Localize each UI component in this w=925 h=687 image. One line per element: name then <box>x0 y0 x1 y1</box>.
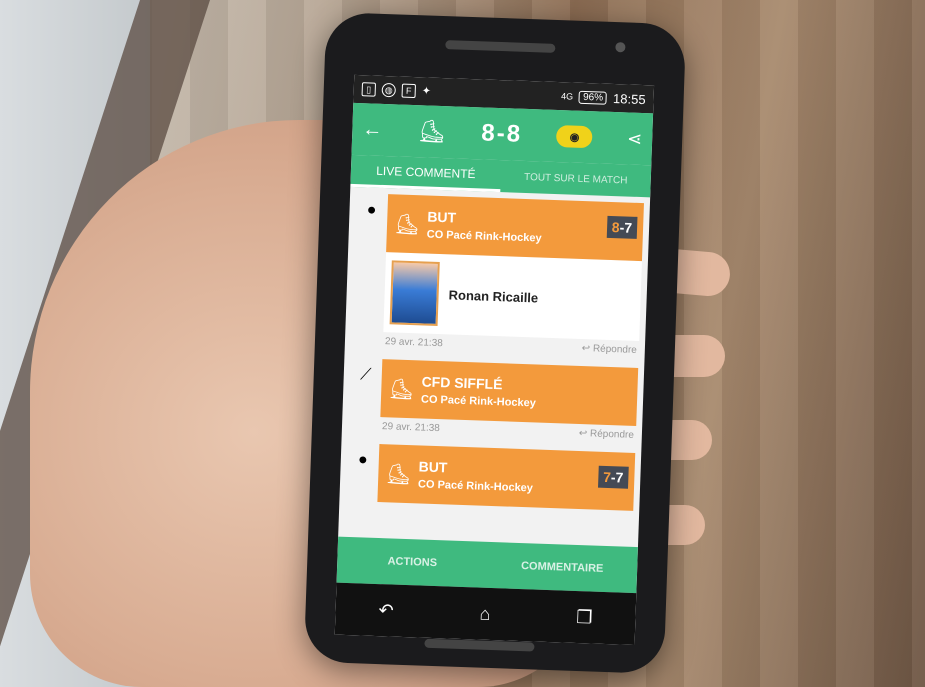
tab-tout-sur-le-match[interactable]: TOUT SUR LE MATCH <box>500 160 651 197</box>
event-score: 7-7 <box>597 465 629 489</box>
back-arrow-icon[interactable]: ← <box>362 118 383 142</box>
event-team: CO Pacé Rink-Hockey <box>426 228 542 245</box>
event-title: CFD SIFFLÉ <box>421 373 503 393</box>
twitter-icon: ✦ <box>421 85 432 98</box>
event-score: 8-7 <box>606 215 638 239</box>
event-title: BUT <box>427 208 457 226</box>
player-card[interactable]: Ronan Ricaille <box>383 252 642 342</box>
front-camera <box>615 42 626 53</box>
event-time: 29 avr. 21:38 <box>384 336 443 350</box>
earpiece <box>445 40 556 53</box>
home-icon[interactable]: ⌂ <box>479 603 491 624</box>
event-team: CO Pacé Rink-Hockey <box>417 478 534 495</box>
event-team: CO Pacé Rink-Hockey <box>420 393 537 410</box>
feed-event: ● ⛸ BUT CO Pacé Rink-Hockey 7-7 <box>339 437 641 511</box>
team-logo-icon: ◉ <box>556 125 593 149</box>
reply-link[interactable]: ↩ Répondre <box>579 428 634 441</box>
live-feed[interactable]: ● ⛸ BUT CO Pacé Rink-Hockey 8-7 Ronan Ri… <box>338 187 650 549</box>
hockey-player-icon: ⛸ <box>388 377 415 401</box>
event-card[interactable]: ⛸ CFD SIFFLÉ CO Pacé Rink-Hockey <box>380 359 639 426</box>
android-nav-bar: ↶ ⌂ ❐ <box>334 582 637 646</box>
battery-level: 96% <box>578 90 608 105</box>
feed-event: ⟋ ⛸ CFD SIFFLÉ CO Pacé Rink-Hockey 29 av… <box>342 352 645 447</box>
tab-live-commente[interactable]: LIVE COMMENTÉ <box>350 154 502 193</box>
feed-event: ● ⛸ BUT CO Pacé Rink-Hockey 8-7 Ronan Ri… <box>345 187 651 362</box>
hockey-player-logo-icon: ⛸ <box>417 118 447 145</box>
clock: 18:55 <box>612 90 646 107</box>
screen: ▯ ◍ F ✦ 4G 96% 18:55 ← ⛸ 8-8 ◉ ⋖ LIVE CO… <box>334 74 655 646</box>
event-card[interactable]: ⛸ BUT CO Pacé Rink-Hockey 8-7 <box>386 194 644 262</box>
signal-icon: 4G <box>560 91 574 102</box>
hockey-player-icon: ⛸ <box>385 462 412 486</box>
reply-link[interactable]: ↩ Répondre <box>582 343 637 356</box>
hockey-player-icon: ⛸ <box>394 212 421 236</box>
puck-icon: ● <box>357 451 368 469</box>
stick-icon: ⟋ <box>359 366 372 384</box>
back-icon[interactable]: ↶ <box>378 600 394 622</box>
flipboard-icon: F <box>401 83 416 99</box>
share-icon[interactable]: ⋖ <box>627 128 643 150</box>
event-title: BUT <box>418 458 448 476</box>
whatsapp-icon: ◍ <box>381 82 397 98</box>
match-score: 8-8 <box>480 119 523 148</box>
event-card[interactable]: ⛸ BUT CO Pacé Rink-Hockey 7-7 <box>377 444 636 511</box>
recents-icon[interactable]: ❐ <box>576 607 593 629</box>
event-time: 29 avr. 21:38 <box>381 421 440 435</box>
notification-icons: ▯ ◍ F ✦ <box>361 82 432 99</box>
player-photo <box>389 260 440 326</box>
status-right: 4G 96% 18:55 <box>561 89 646 107</box>
tab-actions[interactable]: ACTIONS <box>337 537 489 588</box>
sim-icon: ▯ <box>361 82 377 97</box>
player-name: Ronan Ricaille <box>448 286 539 305</box>
phone: ▯ ◍ F ✦ 4G 96% 18:55 ← ⛸ 8-8 ◉ ⋖ LIVE CO… <box>303 11 687 675</box>
tab-commentaire[interactable]: COMMENTAIRE <box>486 542 638 593</box>
